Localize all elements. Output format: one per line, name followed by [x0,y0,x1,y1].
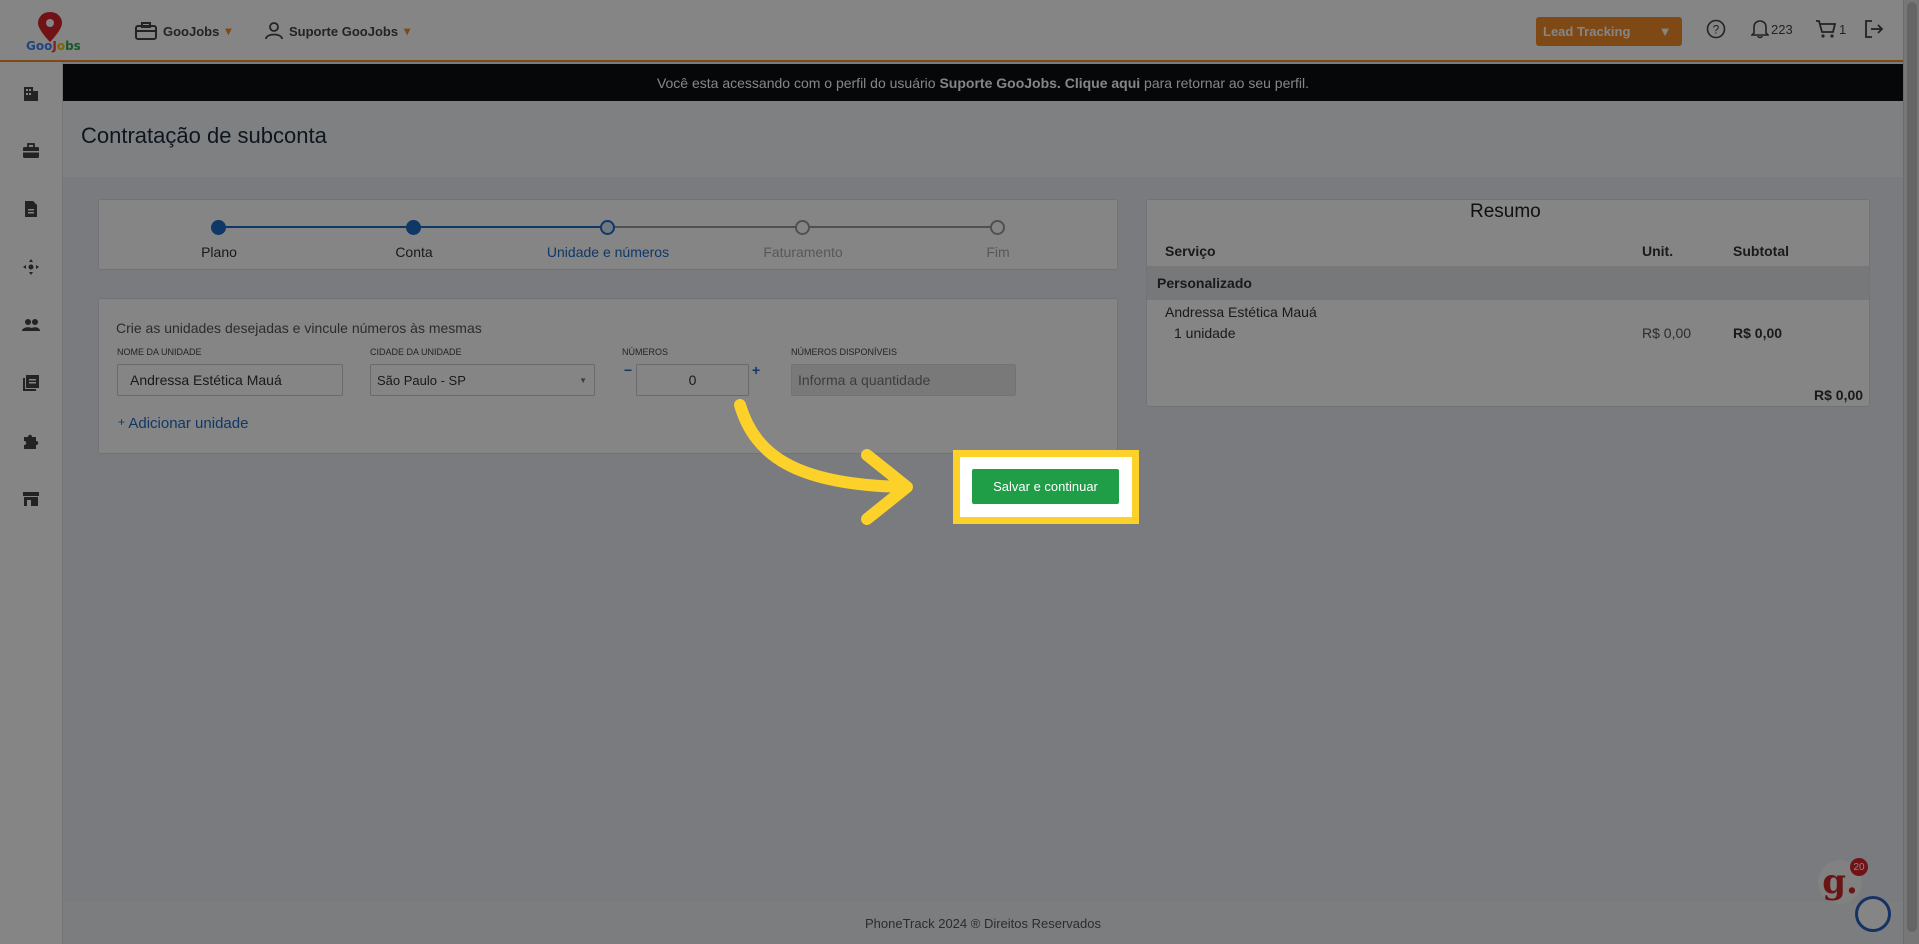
step-dot-plano[interactable] [211,220,226,235]
city-select-value: São Paulo - SP [377,372,466,388]
lead-tracking-button[interactable]: Lead Tracking ▼ [1536,17,1682,46]
cart-icon [1816,20,1837,38]
step-dot-fim [990,220,1005,235]
decrement-button[interactable]: − [624,362,632,378]
step-dot-faturamento [795,220,810,235]
numbers-label: Números [622,347,669,357]
footer: PhoneTrack 2024 ® Direitos Reservados [63,902,1903,944]
logout-icon [1865,20,1884,38]
plus-icon: + [118,415,126,429]
logo-wordmark: GooJobs [26,39,81,53]
bell-icon [1751,20,1769,39]
nav-suporte-label: Suporte GooJobs [289,23,399,39]
nav-goojobs-label: GooJobs [163,23,220,39]
step-dot-unidade[interactable] [600,220,615,235]
scrollbar[interactable] [1903,0,1919,944]
summary-group-label: Personalizado [1157,275,1252,291]
summary-header-service: Serviço [1165,243,1216,259]
step-label-conta[interactable]: Conta [334,244,494,260]
summary-item-qty: 1 unidade [1174,325,1236,341]
page-header: Contratação de subconta [63,101,1903,177]
chevron-down-icon: ▾ [404,24,411,38]
document-icon[interactable] [22,200,40,218]
library-icon[interactable] [22,374,40,392]
city-select[interactable]: São Paulo - SP ▼ [370,364,595,396]
user-icon [265,22,283,40]
banner-suffix: para retornar ao seu perfil. [1144,74,1310,91]
summary-group-row: Personalizado [1147,266,1869,300]
form-hint: Crie as unidades desejadas e vincule núm… [116,320,482,336]
nav-goojobs[interactable]: GooJobs ▾ [135,20,231,42]
briefcase-icon [135,22,157,40]
city-label: Cidade da unidade [370,347,462,357]
step-dot-conta[interactable] [406,220,421,235]
summary-header-subtotal: Subtotal [1733,243,1789,259]
step-label-faturamento: Faturamento [763,244,843,260]
top-navbar: GooJobs GooJobs ▾ Suporte GooJobs ▾ Lead… [0,0,1903,62]
summary-title: Resumo [1470,201,1541,222]
move-arrows-icon[interactable] [22,258,40,276]
notifications-count: 223 [1771,21,1793,37]
tutorial-arrow-icon [734,399,913,525]
users-icon[interactable] [22,316,40,334]
summary-item-unit: R$ 0,00 [1642,325,1692,341]
banner-return-link[interactable]: Clique aqui [1065,75,1140,91]
caret-down-icon: ▼ [579,375,587,385]
unit-name-input[interactable]: Andressa Estética Mauá [117,364,343,396]
available-numbers-input[interactable] [791,364,1016,396]
step-label-fim: Fim [986,244,1010,260]
page-title: Contratação de subconta [81,123,327,148]
banner-user: Suporte GooJobs. [939,74,1061,91]
add-unit-label: Adicionar unidade [128,415,249,432]
store-icon[interactable] [22,490,40,508]
step-label-unidade[interactable]: Unidade e números [528,244,688,260]
lead-tracking-label: Lead Tracking [1543,24,1631,39]
unit-name-label: Nome da unidade [117,347,202,357]
nav-suporte[interactable]: Suporte GooJobs ▾ [265,20,410,42]
available-numbers-label: Números disponíveis [791,347,898,357]
scrollbar-thumb[interactable] [1907,2,1917,932]
logout-button[interactable] [1864,19,1884,39]
chat-count-badge: 20 [1850,858,1868,876]
briefcase-icon[interactable] [22,142,40,160]
increment-button[interactable]: + [752,362,760,378]
summary-item-subtotal: R$ 0,00 [1733,325,1783,341]
footer-text: PhoneTrack 2024 ® Direitos Reservados [865,915,1101,931]
summary-item-name: Andressa Estética Mauá [1165,304,1317,320]
support-widget-icon[interactable] [1855,896,1891,932]
svg-text:?: ? [1713,23,1720,37]
chevron-down-icon: ▾ [225,24,232,38]
step-label-plano[interactable]: Plano [139,244,299,260]
puzzle-icon[interactable] [22,432,40,450]
summary-card [1146,199,1870,407]
summary-header-unit: Unit. [1642,243,1674,259]
help-button[interactable]: ? [1706,19,1726,39]
numbers-quantity-input[interactable]: 0 [636,364,749,396]
notifications-button[interactable]: 223 [1751,19,1793,39]
save-continue-button[interactable]: Salvar e continuar [972,469,1119,504]
impersonation-banner: Você esta acessando com o perfil do usuá… [63,64,1903,101]
help-circle-icon: ? [1706,19,1726,39]
sidebar [0,62,63,944]
summary-total: R$ 0,00 [1814,387,1864,403]
cart-count: 1 [1839,21,1847,37]
add-unit-link[interactable]: + Adicionar unidade [118,415,248,432]
cart-button[interactable]: 1 [1815,19,1846,39]
building-icon[interactable] [22,84,40,102]
caret-down-icon[interactable]: ▼ [1648,17,1682,46]
banner-prefix: Você esta acessando com o perfil do usuá… [656,74,936,91]
